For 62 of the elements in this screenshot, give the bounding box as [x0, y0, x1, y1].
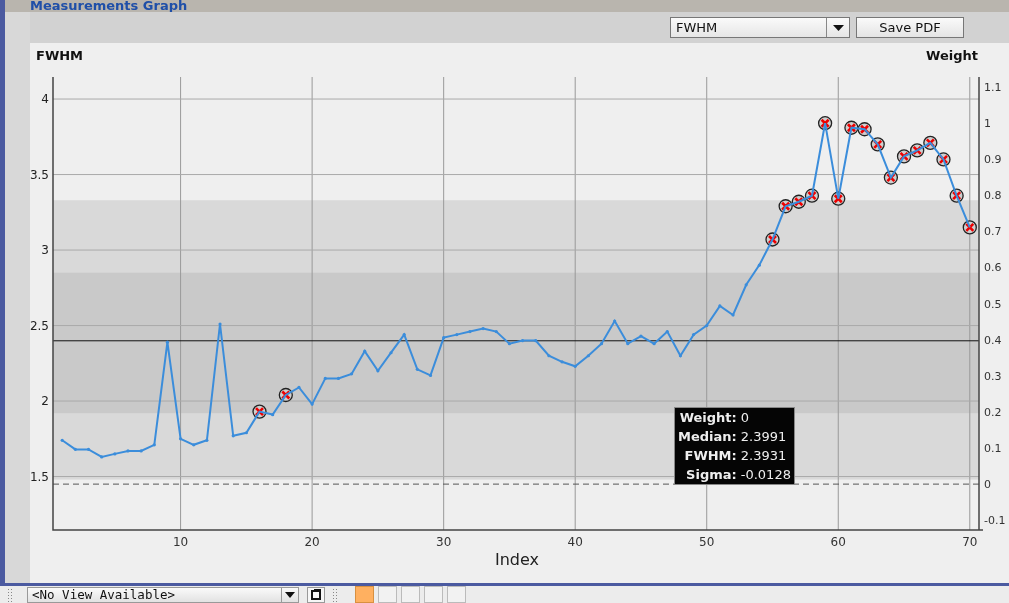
axis-tick-label: 1 — [984, 116, 991, 130]
window-icon-button[interactable] — [307, 586, 325, 603]
axis-tick-label: 0.6 — [984, 261, 1002, 275]
metric-dropdown[interactable]: FWHM — [670, 17, 850, 38]
axis-tick-label: 2 — [41, 394, 49, 409]
axis-tick-label: 20 — [304, 535, 320, 549]
tooltip-value: 2.3991 — [740, 428, 788, 446]
excluded-marker[interactable] — [910, 143, 925, 158]
axis-tick-label: 0.4 — [984, 333, 1002, 347]
excluded-marker[interactable] — [844, 120, 859, 135]
tooltip-label: Sigma: — [685, 466, 737, 484]
save-pdf-button[interactable]: Save PDF — [856, 17, 964, 38]
axis-tick-label: 3 — [41, 243, 49, 258]
tooltip-value: -0.0128 — [740, 466, 791, 484]
axis-tick-label: 1.5 — [30, 469, 49, 484]
excluded-marker[interactable] — [765, 232, 780, 247]
axis-tick-label: 70 — [962, 535, 978, 549]
excluded-marker[interactable] — [883, 170, 898, 185]
axis-tick-label: 4 — [41, 92, 49, 107]
axis-title: Weight — [926, 48, 978, 63]
tooltip-value: 2.3931 — [740, 447, 788, 465]
axis-tick-label: 0.7 — [984, 225, 1002, 239]
caret-icon — [285, 591, 295, 598]
excluded-marker[interactable] — [857, 122, 872, 137]
axis-tick-label: 1.1 — [984, 80, 1002, 94]
tooltip-label: Median: — [678, 428, 737, 446]
axis-title: FWHM — [36, 48, 84, 63]
excluded-marker[interactable] — [791, 194, 806, 209]
excluded-marker[interactable] — [949, 188, 964, 203]
tooltip-label: Weight: — [678, 409, 737, 427]
axis-tick-label: -0.1 — [984, 514, 1006, 528]
excluded-marker[interactable] — [778, 199, 793, 214]
excluded-marker[interactable] — [870, 137, 885, 152]
excluded-marker[interactable] — [936, 152, 951, 167]
axis-tick-label: 40 — [567, 535, 583, 549]
axis-tick-label: 0.5 — [984, 297, 1002, 311]
caret-icon — [832, 24, 844, 31]
excluded-marker[interactable] — [923, 135, 938, 150]
excluded-marker[interactable] — [831, 191, 846, 206]
tooltip-label: FWHM: — [683, 447, 737, 465]
axis-tick-label: 0.1 — [984, 442, 1002, 455]
excluded-marker[interactable] — [962, 220, 977, 235]
window-title: Measurements Graph — [30, 0, 188, 13]
axis-title: Index — [495, 550, 539, 569]
axis-tick-label: 60 — [830, 535, 846, 549]
excluded-marker[interactable] — [278, 387, 293, 403]
axis-tick-label: 50 — [699, 535, 715, 549]
axis-tick-label: 0.8 — [984, 189, 1002, 203]
excluded-marker[interactable] — [817, 116, 833, 131]
axis-tick-label: 0.3 — [984, 369, 1002, 383]
axis-tick-label: 10 — [172, 535, 189, 549]
view-dropdown[interactable]: <No View Available> — [27, 586, 299, 603]
axis-tick-label: 0 — [984, 478, 991, 492]
axis-tick-label: 0.2 — [984, 405, 1002, 419]
excluded-marker[interactable] — [252, 404, 267, 419]
excluded-marker[interactable] — [804, 188, 820, 203]
axis-tick-label: 0.9 — [984, 153, 1002, 166]
axis-tick-label: 2.5 — [30, 318, 49, 333]
tooltip-value: 0 — [740, 409, 751, 427]
axis-tick-label: 3.5 — [30, 167, 49, 182]
axis-tick-label: 30 — [436, 535, 452, 549]
excluded-marker[interactable] — [896, 149, 912, 164]
